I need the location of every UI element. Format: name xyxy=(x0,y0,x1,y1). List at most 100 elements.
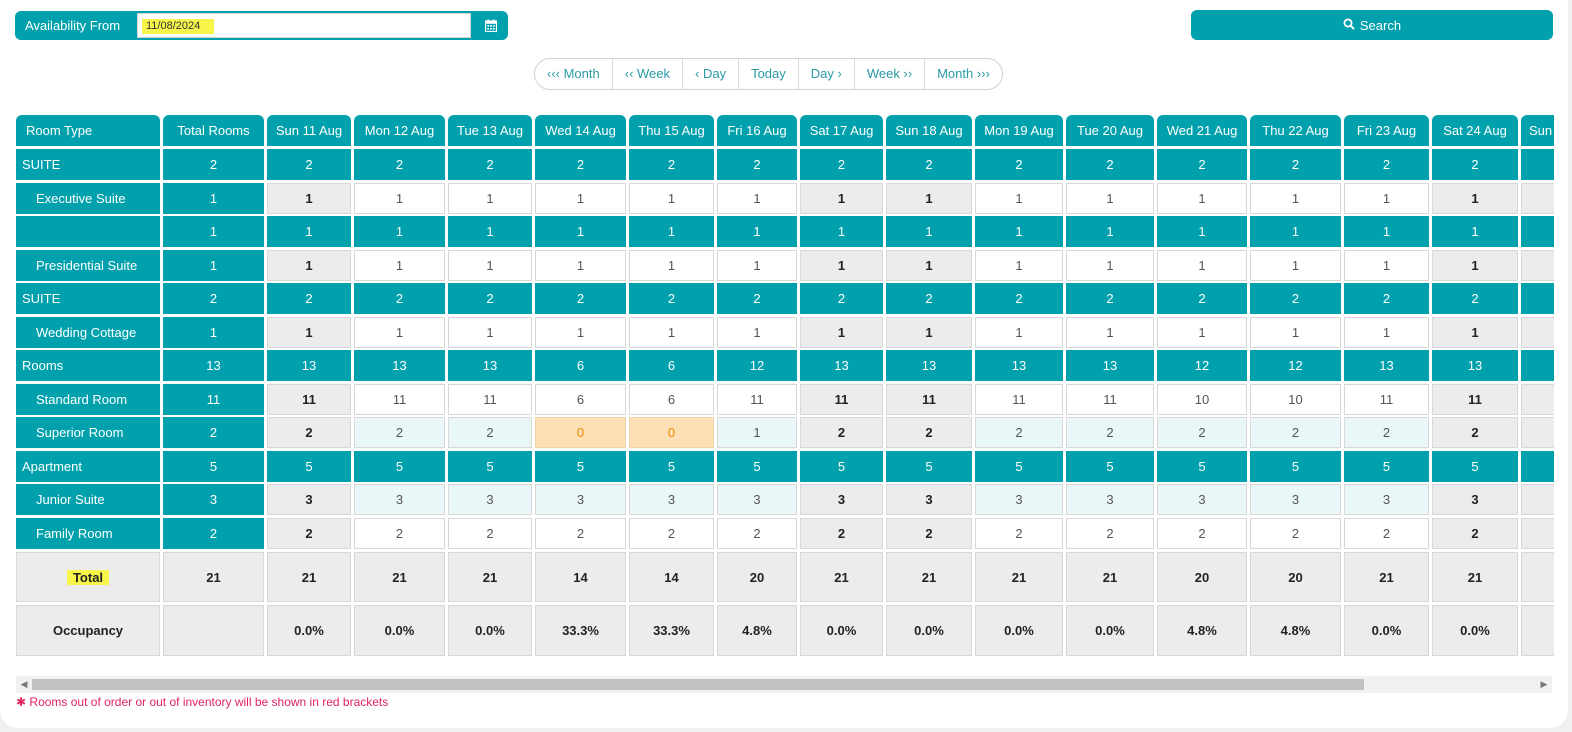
availability-cell[interactable]: 2 xyxy=(717,517,797,549)
availability-cell[interactable]: 1 xyxy=(535,316,626,348)
availability-cell[interactable]: 3 xyxy=(1157,484,1247,515)
room-type-name[interactable]: Presidential Suite xyxy=(16,249,160,281)
availability-cell[interactable]: 11 xyxy=(1066,383,1154,415)
availability-cell[interactable]: 1 xyxy=(1344,182,1429,214)
availability-cell[interactable]: 6 xyxy=(629,383,714,415)
availability-cell[interactable]: 1 xyxy=(1157,249,1247,281)
availability-cell[interactable]: 2 xyxy=(975,517,1063,549)
availability-cell[interactable]: 2 xyxy=(267,517,351,549)
next-day-button[interactable]: Day › xyxy=(797,59,854,89)
availability-cell[interactable]: 1 xyxy=(800,249,883,281)
availability-cell[interactable]: 2 xyxy=(354,417,445,448)
availability-cell[interactable]: 2 xyxy=(800,417,883,448)
next-week-button[interactable]: Week ›› xyxy=(853,59,924,89)
availability-cell[interactable]: 11 xyxy=(975,383,1063,415)
prev-week-button[interactable]: ‹‹ Week xyxy=(611,59,682,89)
availability-cell[interactable]: 1 xyxy=(1344,249,1429,281)
availability-cell[interactable]: 1 xyxy=(975,249,1063,281)
availability-cell[interactable]: 10 xyxy=(1157,383,1247,415)
availability-cell[interactable]: 1 xyxy=(629,249,714,281)
availability-cell[interactable]: 2 xyxy=(1250,517,1341,549)
today-button[interactable]: Today xyxy=(738,59,798,89)
availability-cell[interactable]: 1 xyxy=(629,316,714,348)
availability-cell[interactable]: 1 xyxy=(886,316,972,348)
availability-cell[interactable]: 2 xyxy=(1432,517,1518,549)
availability-cell[interactable]: 11 xyxy=(1521,383,1554,415)
availability-cell[interactable]: 2 xyxy=(886,417,972,448)
availability-cell[interactable]: 11 xyxy=(1432,383,1518,415)
availability-cell[interactable]: 2 xyxy=(1157,417,1247,448)
availability-cell[interactable]: 2 xyxy=(1066,517,1154,549)
availability-cell[interactable]: 1 xyxy=(354,182,445,214)
availability-cell[interactable]: 1 xyxy=(1157,182,1247,214)
availability-cell[interactable]: 2 xyxy=(1344,517,1429,549)
availability-cell[interactable]: 1 xyxy=(267,249,351,281)
room-type-name[interactable]: Executive Suite xyxy=(16,182,160,214)
room-type-name[interactable]: Family Room xyxy=(16,517,160,549)
availability-cell[interactable]: 1 xyxy=(535,249,626,281)
availability-cell[interactable]: 3 xyxy=(629,484,714,515)
availability-cell[interactable]: 0 xyxy=(535,417,626,448)
availability-cell[interactable]: 1 xyxy=(1521,249,1554,281)
scroll-left-arrow-icon[interactable]: ◀ xyxy=(16,676,32,693)
availability-cell[interactable]: 1 xyxy=(886,182,972,214)
availability-cell[interactable]: 1 xyxy=(267,316,351,348)
room-type-name[interactable]: Standard Room xyxy=(16,383,160,415)
availability-cell[interactable]: 11 xyxy=(354,383,445,415)
availability-cell[interactable]: 11 xyxy=(886,383,972,415)
availability-cell[interactable]: 3 xyxy=(975,484,1063,515)
availability-cell[interactable]: 1 xyxy=(975,182,1063,214)
availability-cell[interactable]: 3 xyxy=(354,484,445,515)
scrollbar-thumb[interactable] xyxy=(32,679,1364,690)
availability-cell[interactable]: 1 xyxy=(1432,316,1518,348)
availability-cell[interactable]: 3 xyxy=(448,484,532,515)
availability-cell[interactable]: 2 xyxy=(448,417,532,448)
availability-cell[interactable]: 2 xyxy=(448,517,532,549)
availability-cell[interactable]: 3 xyxy=(886,484,972,515)
room-type-name[interactable]: Junior Suite xyxy=(16,484,160,515)
availability-cell[interactable]: 3 xyxy=(267,484,351,515)
next-month-button[interactable]: Month ››› xyxy=(924,59,1002,89)
availability-cell[interactable]: 2 xyxy=(535,517,626,549)
availability-cell[interactable]: 1 xyxy=(800,182,883,214)
availability-cell[interactable]: 2 xyxy=(1521,517,1554,549)
availability-cell[interactable]: 2 xyxy=(886,517,972,549)
availability-cell[interactable]: 1 xyxy=(717,316,797,348)
availability-cell[interactable]: 1 xyxy=(535,182,626,214)
availability-cell[interactable]: 2 xyxy=(1432,417,1518,448)
availability-cell[interactable]: 1 xyxy=(800,316,883,348)
availability-cell[interactable]: 1 xyxy=(1250,182,1341,214)
availability-cell[interactable]: 1 xyxy=(1066,182,1154,214)
prev-day-button[interactable]: ‹ Day xyxy=(682,59,738,89)
availability-cell[interactable]: 11 xyxy=(717,383,797,415)
availability-cell[interactable]: 1 xyxy=(1250,316,1341,348)
availability-cell[interactable]: 1 xyxy=(1432,249,1518,281)
availability-cell[interactable]: 3 xyxy=(1344,484,1429,515)
availability-cell[interactable]: 1 xyxy=(1521,182,1554,214)
availability-cell[interactable]: 1 xyxy=(448,182,532,214)
availability-cell[interactable]: 3 xyxy=(1521,484,1554,515)
availability-cell[interactable]: 1 xyxy=(354,316,445,348)
availability-cell[interactable]: 1 xyxy=(448,316,532,348)
availability-cell[interactable]: 1 xyxy=(267,182,351,214)
availability-cell[interactable]: 1 xyxy=(1344,316,1429,348)
search-button[interactable]: Search xyxy=(1191,10,1553,40)
availability-cell[interactable]: 3 xyxy=(1250,484,1341,515)
availability-cell[interactable]: 1 xyxy=(1432,182,1518,214)
availability-cell[interactable]: 1 xyxy=(1066,249,1154,281)
availability-cell[interactable]: 2 xyxy=(1250,417,1341,448)
availability-cell[interactable]: 1 xyxy=(717,417,797,448)
availability-cell[interactable]: 11 xyxy=(448,383,532,415)
availability-cell[interactable]: 2 xyxy=(975,417,1063,448)
availability-cell[interactable]: 3 xyxy=(535,484,626,515)
availability-cell[interactable]: 1 xyxy=(717,182,797,214)
availability-cell[interactable]: 11 xyxy=(1344,383,1429,415)
availability-cell[interactable]: 10 xyxy=(1250,383,1341,415)
availability-cell[interactable]: 1 xyxy=(1066,316,1154,348)
availability-cell[interactable]: 3 xyxy=(717,484,797,515)
availability-cell[interactable]: 1 xyxy=(1250,249,1341,281)
availability-cell[interactable]: 2 xyxy=(629,517,714,549)
availability-cell[interactable]: 2 xyxy=(1521,417,1554,448)
availability-cell[interactable]: 1 xyxy=(1157,316,1247,348)
prev-month-button[interactable]: ‹‹‹ Month xyxy=(535,59,612,89)
